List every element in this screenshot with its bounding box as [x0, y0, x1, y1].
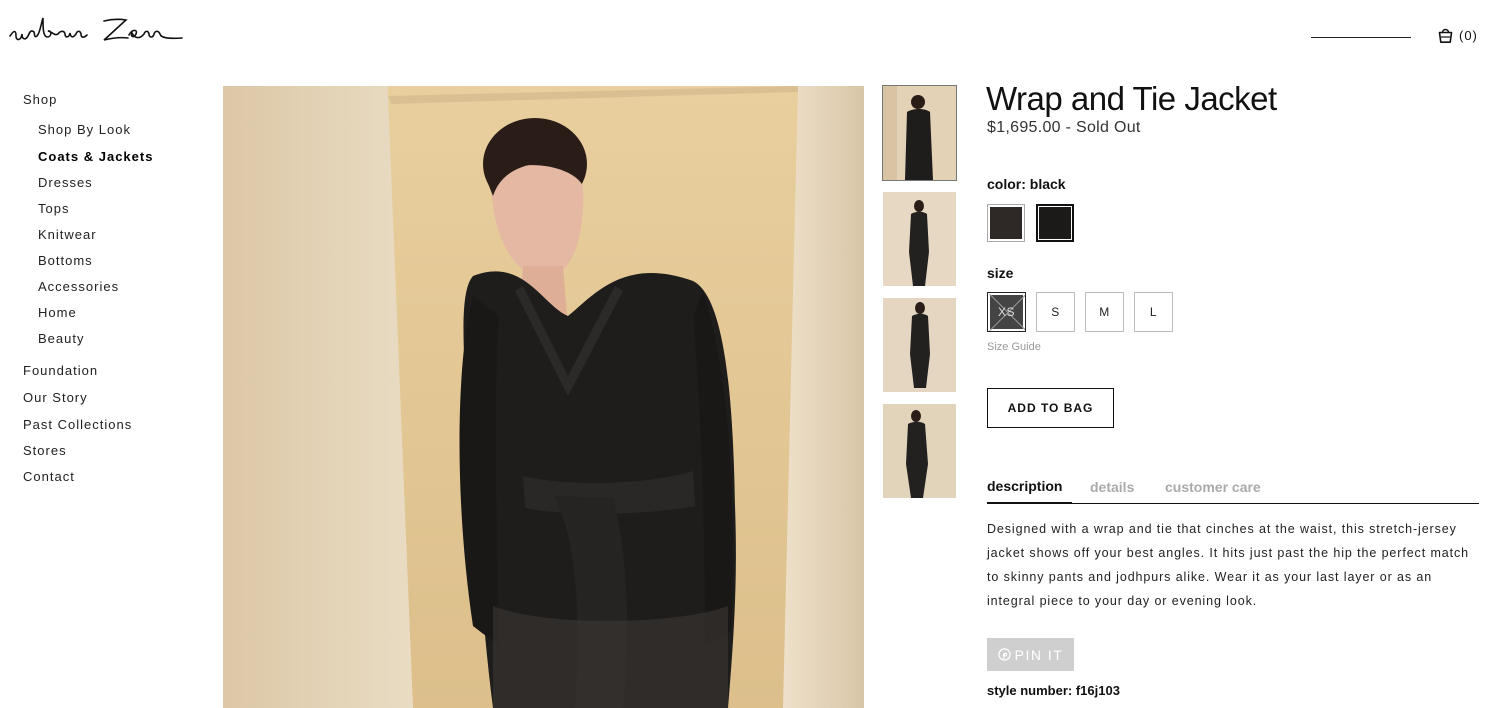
nav-accessories[interactable]: Accessories: [38, 279, 119, 294]
search-field-underline[interactable]: [1311, 37, 1411, 38]
pinterest-icon: [997, 648, 1011, 661]
color-swatch-black[interactable]: [1036, 204, 1074, 242]
thumbnail-photo: [883, 192, 956, 286]
urban-zen-wordmark: [9, 17, 183, 41]
thumbnail-4[interactable]: [883, 404, 956, 498]
nav-home[interactable]: Home: [38, 305, 77, 320]
product-price: $1,695.00 - Sold Out: [987, 119, 1141, 136]
swatch-chip: [1039, 207, 1071, 239]
nav-shop-by-look[interactable]: Shop By Look: [38, 122, 131, 137]
nav-our-story[interactable]: Our Story: [23, 390, 88, 405]
size-s-button[interactable]: S: [1036, 292, 1075, 332]
thumbnail-2[interactable]: [883, 192, 956, 286]
cart-button[interactable]: (0): [1437, 25, 1478, 45]
size-guide-link[interactable]: Size Guide: [987, 341, 1041, 353]
nav-shop[interactable]: Shop: [23, 92, 57, 107]
nav-bottoms[interactable]: Bottoms: [38, 253, 93, 268]
add-to-bag-button[interactable]: ADD TO BAG: [987, 388, 1114, 428]
thumbnail-photo: [883, 298, 956, 392]
size-m-button[interactable]: M: [1085, 292, 1124, 332]
nav-coats-jackets[interactable]: Coats & Jackets: [38, 149, 153, 164]
model-photo: [223, 86, 864, 708]
color-swatch-charcoal[interactable]: [987, 204, 1025, 242]
tab-details[interactable]: details: [1090, 470, 1134, 504]
size-xs-button[interactable]: XS: [987, 292, 1026, 332]
size-l-button[interactable]: L: [1134, 292, 1173, 332]
brand-logo[interactable]: [8, 14, 184, 48]
main-product-image[interactable]: [223, 86, 864, 708]
nav-past-collections[interactable]: Past Collections: [23, 417, 132, 432]
thumbnail-3[interactable]: [883, 298, 956, 392]
nav-contact[interactable]: Contact: [23, 469, 75, 484]
product-description: Designed with a wrap and tie that cinche…: [987, 522, 1469, 608]
size-label: size: [987, 265, 1014, 281]
tab-customer-care[interactable]: customer care: [1165, 470, 1261, 504]
size-l-label: L: [1149, 305, 1158, 319]
pin-it-button[interactable]: PIN IT: [987, 638, 1074, 671]
color-label: color: black: [987, 176, 1066, 192]
tab-description[interactable]: description: [987, 470, 1073, 504]
style-number: style number: f16j103: [987, 683, 1120, 698]
nav-dresses[interactable]: Dresses: [38, 175, 93, 190]
nav-foundation[interactable]: Foundation: [23, 363, 98, 378]
thumbnail-photo: [883, 86, 956, 180]
color-label-text: color:: [987, 176, 1026, 192]
size-xs-label: XS: [997, 305, 1015, 319]
thumbnail-1[interactable]: [882, 85, 957, 181]
size-m-label: M: [1099, 305, 1110, 319]
nav-tops[interactable]: Tops: [38, 201, 69, 216]
shopping-bag-icon: [1438, 28, 1453, 43]
nav-stores[interactable]: Stores: [23, 443, 67, 458]
cart-count: (0): [1459, 27, 1478, 43]
nav-knitwear[interactable]: Knitwear: [38, 227, 97, 242]
color-selected-value: black: [1029, 176, 1066, 192]
nav-beauty[interactable]: Beauty: [38, 331, 84, 346]
pin-it-label: PIN IT: [1014, 646, 1064, 663]
thumbnail-photo: [883, 404, 956, 498]
size-s-label: S: [1051, 305, 1060, 319]
swatch-chip: [990, 207, 1022, 239]
product-info-tabs: description details customer care: [987, 470, 1479, 504]
product-title: Wrap and Tie Jacket: [986, 80, 1277, 117]
